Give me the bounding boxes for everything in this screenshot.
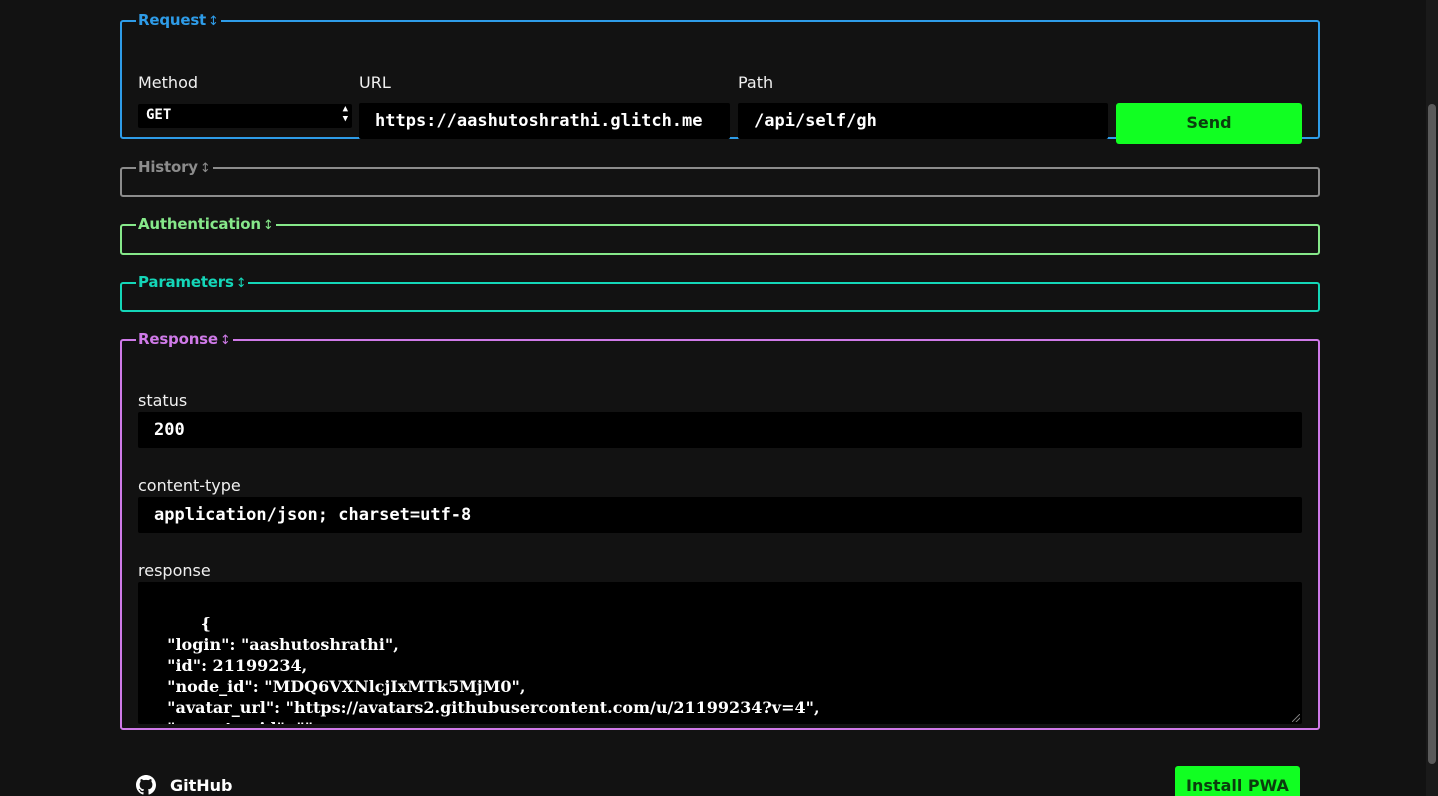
status-field[interactable]: 200 [138, 412, 1302, 448]
page-scrollbar[interactable] [1426, 0, 1438, 796]
request-legend[interactable]: Request ↕ [136, 11, 221, 31]
path-label: Path [738, 73, 774, 92]
path-input[interactable]: /api/self/gh [738, 103, 1108, 139]
response-body-textarea[interactable]: { "login": "aashutoshrathi", "id": 21199… [138, 582, 1302, 724]
request-legend-label: Request [138, 11, 207, 29]
authentication-legend[interactable]: Authentication ↕ [136, 215, 276, 235]
method-label: Method [138, 73, 199, 92]
url-label: URL [359, 73, 391, 92]
select-arrows-icon: ▲ ▼ [342, 104, 348, 124]
content-type-label: content-type [138, 476, 241, 495]
response-label: response [138, 561, 211, 580]
scrollbar-thumb[interactable] [1428, 104, 1436, 764]
history-section: History ↕ [120, 158, 1320, 197]
github-link[interactable]: GitHub [136, 775, 233, 795]
response-legend[interactable]: Response ↕ [136, 330, 233, 350]
up-down-arrow-icon: ↕ [262, 218, 274, 233]
authentication-legend-label: Authentication [138, 215, 261, 233]
history-legend[interactable]: History ↕ [136, 158, 213, 178]
authentication-section: Authentication ↕ [120, 215, 1320, 255]
app-page: Request ↕ Method GET ▲ ▼ URL https://aashu… [0, 0, 1438, 796]
github-link-label: GitHub [170, 775, 233, 795]
response-body-text: { "login": "aashutoshrathi", "id": 21199… [167, 614, 820, 724]
parameters-legend-label: Parameters [138, 273, 234, 291]
url-input[interactable]: https://aashutoshrathi.glitch.me [359, 103, 730, 139]
method-select-value: GET [146, 107, 172, 123]
up-down-arrow-icon: ↕ [235, 276, 247, 291]
request-section: Request ↕ Method GET ▲ ▼ URL https://aashu… [120, 11, 1320, 144]
send-button[interactable]: Send [1116, 103, 1302, 144]
method-select[interactable]: GET ▲ ▼ [138, 104, 352, 128]
up-down-arrow-icon: ↕ [219, 333, 231, 348]
response-legend-label: Response [138, 330, 218, 348]
response-section: Response ↕ status 200 content-type applic… [120, 330, 1320, 730]
status-label: status [138, 391, 188, 410]
up-down-arrow-icon: ↕ [199, 161, 211, 176]
resize-handle-icon[interactable] [1292, 714, 1300, 722]
github-icon [136, 775, 156, 795]
history-legend-label: History [138, 158, 198, 176]
parameters-legend[interactable]: Parameters ↕ [136, 273, 248, 293]
up-down-arrow-icon: ↕ [208, 14, 219, 29]
install-pwa-button[interactable]: Install PWA [1175, 766, 1300, 796]
parameters-section: Parameters ↕ [120, 273, 1320, 312]
content-type-field[interactable]: application/json; charset=utf-8 [138, 497, 1302, 533]
